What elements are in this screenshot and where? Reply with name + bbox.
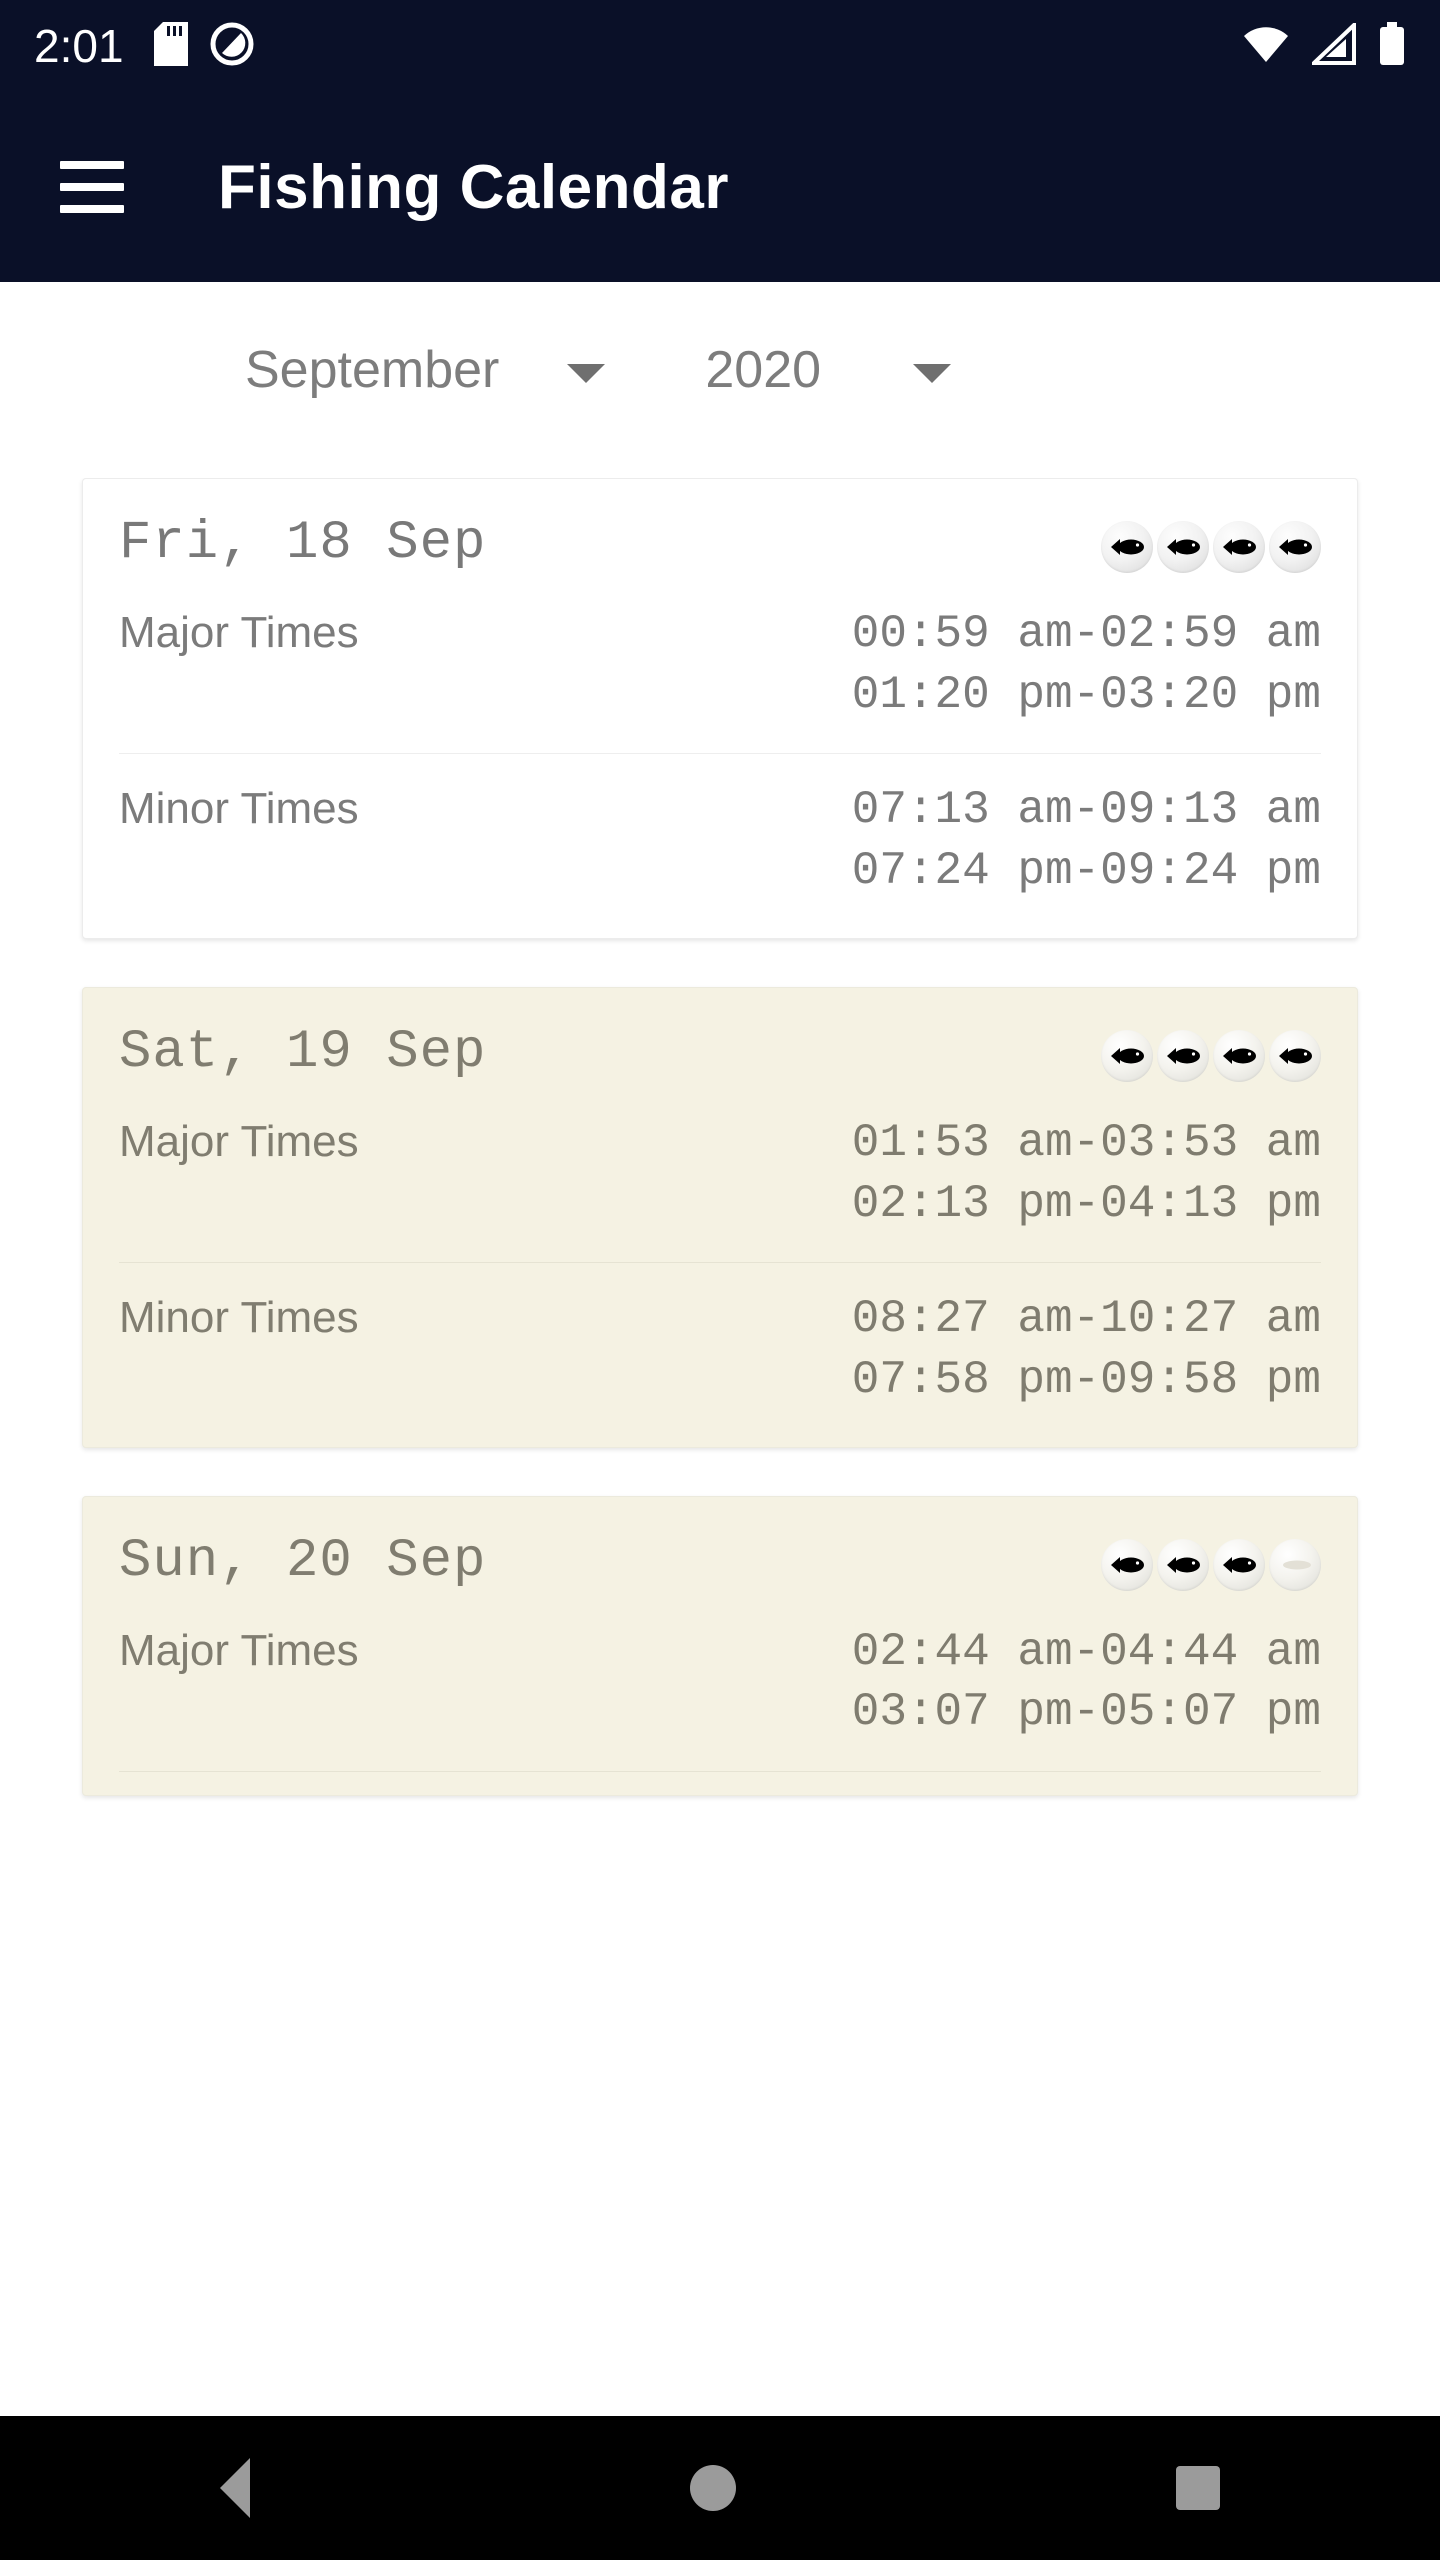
wifi-icon bbox=[1242, 24, 1290, 69]
home-icon[interactable] bbox=[690, 2465, 736, 2511]
hamburger-line bbox=[60, 183, 124, 191]
fish-icon-filled bbox=[1157, 521, 1209, 573]
hamburger-menu-icon[interactable] bbox=[60, 161, 124, 213]
android-nav-bar bbox=[0, 2416, 1440, 2560]
fish-icon-empty bbox=[1269, 1539, 1321, 1591]
fish-icon-filled bbox=[1213, 1030, 1265, 1082]
recents-icon[interactable] bbox=[1176, 2466, 1220, 2510]
chevron-down-icon bbox=[567, 364, 605, 383]
status-time: 2:01 bbox=[34, 23, 124, 69]
status-left-icons bbox=[154, 22, 254, 71]
day-card[interactable]: Sun, 20 Sep Major T bbox=[82, 1496, 1358, 1796]
day-date: Sat, 19 Sep bbox=[119, 1022, 486, 1083]
minor-times-values: 07:13 am-09:13 am 07:24 pm-09:24 pm bbox=[389, 780, 1321, 901]
fish-icon-filled bbox=[1213, 1539, 1265, 1591]
fish-icon-filled bbox=[1157, 1539, 1209, 1591]
hamburger-line bbox=[60, 205, 124, 213]
fish-rating bbox=[1101, 1030, 1321, 1082]
major-times-row: Major Times 01:53 am-03:53 am 02:13 pm-0… bbox=[119, 1113, 1321, 1236]
app-bar: Fishing Calendar bbox=[0, 92, 1440, 282]
do-not-disturb-icon bbox=[210, 22, 254, 71]
cellular-signal-icon bbox=[1312, 23, 1356, 70]
status-bar: 2:01 bbox=[0, 0, 1440, 92]
time-range: 07:24 pm-09:24 pm bbox=[389, 841, 1321, 902]
major-times-label: Major Times bbox=[119, 1622, 359, 1676]
day-card-header: Sat, 19 Sep bbox=[119, 1022, 1321, 1083]
minor-times-row: Minor Times 07:13 am-09:13 am 07:24 pm-0… bbox=[119, 780, 1321, 907]
fish-icon-filled bbox=[1269, 1030, 1321, 1082]
battery-icon bbox=[1378, 22, 1406, 71]
major-times-values: 00:59 am-02:59 am 01:20 pm-03:20 pm bbox=[389, 604, 1321, 725]
fish-icon-filled bbox=[1213, 521, 1265, 573]
day-card[interactable]: Fri, 18 Sep Major T bbox=[82, 478, 1358, 939]
month-value: September bbox=[245, 340, 499, 400]
app-screen: 2:01 bbox=[0, 0, 1440, 2560]
period-selectors: September 2020 bbox=[0, 282, 1440, 400]
major-times-values: 02:44 am-04:44 am 03:07 pm-05:07 pm bbox=[389, 1622, 1321, 1743]
major-times-values: 01:53 am-03:53 am 02:13 pm-04:13 pm bbox=[389, 1113, 1321, 1234]
fish-icon-filled bbox=[1269, 521, 1321, 573]
major-times-row: Major Times 02:44 am-04:44 am 03:07 pm-0… bbox=[119, 1622, 1321, 1745]
major-times-label: Major Times bbox=[119, 1113, 359, 1167]
time-range: 01:20 pm-03:20 pm bbox=[851, 665, 1321, 726]
fish-rating bbox=[1101, 521, 1321, 573]
fish-rating bbox=[1101, 1539, 1321, 1591]
year-value: 2020 bbox=[705, 340, 821, 400]
card-divider bbox=[119, 1771, 1321, 1772]
day-card[interactable]: Sat, 19 Sep Major T bbox=[82, 987, 1358, 1448]
day-cards-list[interactable]: Fri, 18 Sep Major T bbox=[0, 478, 1440, 2416]
day-date: Fri, 18 Sep bbox=[119, 513, 486, 574]
time-range: 02:13 pm-04:13 pm bbox=[851, 1174, 1321, 1235]
chevron-down-icon bbox=[913, 364, 951, 383]
day-date: Sun, 20 Sep bbox=[119, 1531, 486, 1592]
major-times-row: Major Times 00:59 am-02:59 am 01:20 pm-0… bbox=[119, 604, 1321, 727]
time-range: 07:13 am-09:13 am bbox=[389, 780, 1321, 841]
minor-times-row: Minor Times 08:27 am-10:27 am 07:58 pm-0… bbox=[119, 1289, 1321, 1416]
minor-times-values: 08:27 am-10:27 am 07:58 pm-09:58 pm bbox=[389, 1289, 1321, 1410]
page-title: Fishing Calendar bbox=[218, 152, 729, 223]
time-range: 01:53 am-03:53 am bbox=[851, 1113, 1321, 1174]
time-range: 08:27 am-10:27 am bbox=[389, 1289, 1321, 1350]
day-card-header: Fri, 18 Sep bbox=[119, 513, 1321, 574]
back-icon[interactable] bbox=[220, 2458, 250, 2518]
fish-icon-filled bbox=[1101, 1539, 1153, 1591]
status-right-icons bbox=[1242, 22, 1406, 71]
month-dropdown[interactable]: September bbox=[245, 340, 605, 400]
time-range: 00:59 am-02:59 am bbox=[851, 604, 1321, 665]
card-divider bbox=[119, 1262, 1321, 1263]
time-range: 07:58 pm-09:58 pm bbox=[389, 1350, 1321, 1411]
day-card-header: Sun, 20 Sep bbox=[119, 1531, 1321, 1592]
fish-icon-filled bbox=[1101, 1030, 1153, 1082]
time-range: 03:07 pm-05:07 pm bbox=[851, 1682, 1321, 1743]
minor-times-label: Minor Times bbox=[119, 1289, 359, 1343]
sd-card-icon bbox=[154, 22, 188, 71]
hamburger-line bbox=[60, 161, 124, 169]
card-divider bbox=[119, 753, 1321, 754]
major-times-label: Major Times bbox=[119, 604, 359, 658]
year-dropdown[interactable]: 2020 bbox=[705, 340, 951, 400]
fish-icon-filled bbox=[1101, 521, 1153, 573]
time-range: 02:44 am-04:44 am bbox=[851, 1622, 1321, 1683]
fish-icon-filled bbox=[1157, 1030, 1209, 1082]
minor-times-label: Minor Times bbox=[119, 780, 359, 834]
